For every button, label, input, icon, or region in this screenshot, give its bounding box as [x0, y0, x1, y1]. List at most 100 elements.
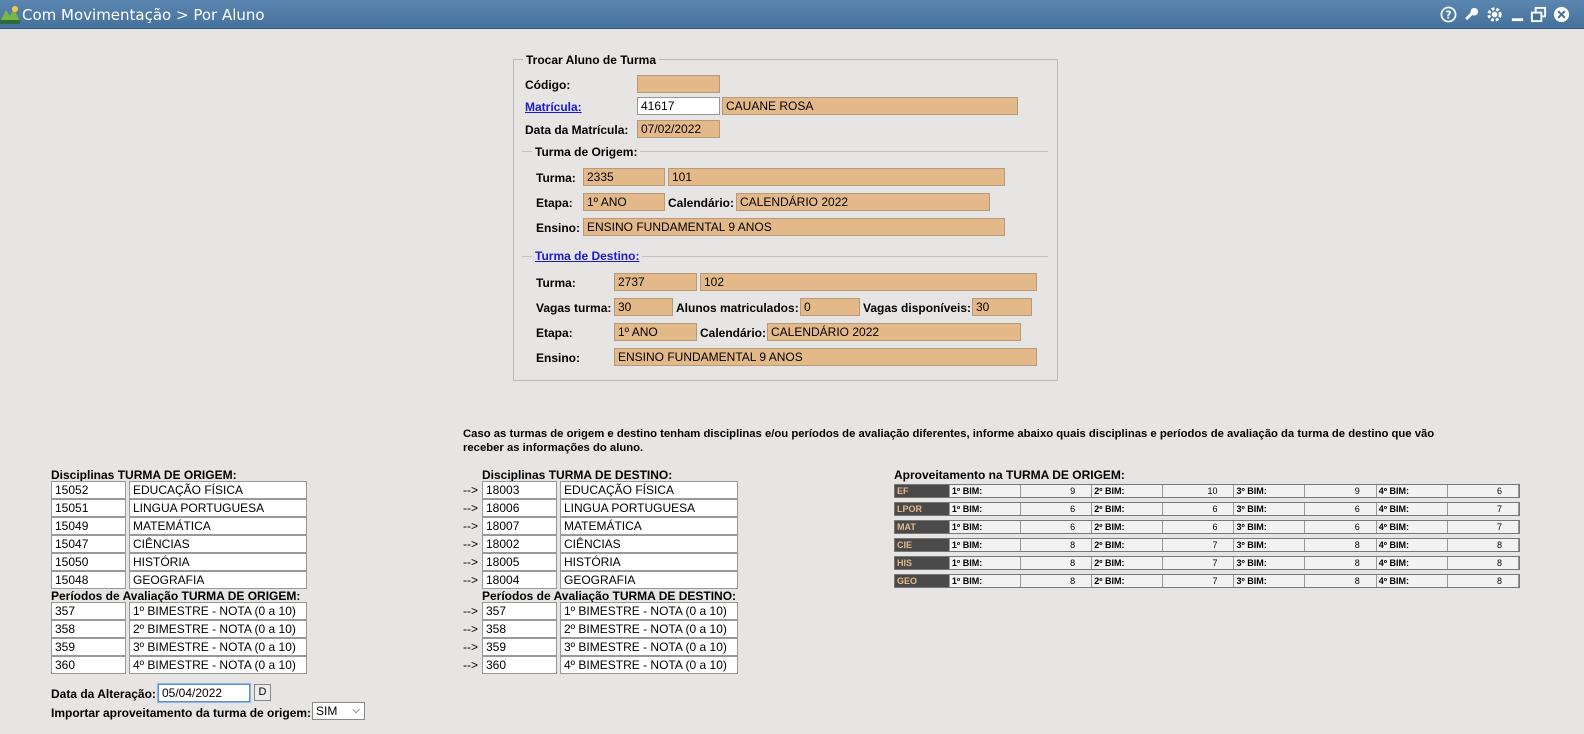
per_origem-name-field[interactable]: 4º BIMESTRE - NOTA (0 a 10)	[129, 655, 307, 674]
destino-calendario-label: Calendário:	[700, 326, 767, 340]
disc_origem-code-field[interactable]: 15052	[51, 481, 126, 499]
per_origem-name-field[interactable]: 2º BIMESTRE - NOTA (0 a 10)	[129, 619, 307, 638]
per_destino-name-field[interactable]: 3º BIMESTRE - NOTA (0 a 10)	[560, 637, 738, 656]
per_destino-code-field[interactable]: 359	[482, 637, 557, 656]
disc-destino-title: Disciplinas TURMA DE DESTINO:	[482, 468, 673, 482]
origem-etapa-label: Etapa:	[536, 196, 573, 210]
vagas-turma-label: Vagas turma:	[536, 301, 612, 315]
disc_origem-name-field[interactable]: GEOGRAFIA	[129, 570, 307, 589]
disc_destino-name-field[interactable]: GEOGRAFIA	[560, 570, 738, 589]
destino-turma-name: 102	[700, 273, 1037, 291]
date-picker-button[interactable]: D	[254, 684, 271, 701]
per_destino-name-field[interactable]: 4º BIMESTRE - NOTA (0 a 10)	[560, 655, 738, 674]
bimestre-grade: 8	[1447, 556, 1520, 569]
gear-icon[interactable]	[1486, 6, 1503, 23]
disc_destino-code-field[interactable]: 18004	[482, 570, 557, 589]
disc_destino-name-field[interactable]: CIÊNCIAS	[560, 534, 738, 553]
disc_origem-name-field[interactable]: LINGUA PORTUGUESA	[129, 498, 307, 517]
bimestre-grade: 8	[1020, 538, 1093, 551]
matricula-input[interactable]: 41617	[637, 97, 720, 115]
origem-turma-name: 101	[668, 168, 1005, 186]
disc_origem-code-field[interactable]: 15049	[51, 516, 126, 535]
per_origem-code-field[interactable]: 358	[51, 619, 126, 638]
key-icon[interactable]	[1463, 6, 1480, 23]
disc_destino-code-field[interactable]: 18003	[482, 481, 557, 499]
arrow-indicator: -->	[463, 621, 478, 636]
bimestre-grade: 7	[1447, 502, 1520, 515]
per_origem-code-field[interactable]: 360	[51, 655, 126, 674]
minimize-icon[interactable]	[1509, 6, 1526, 23]
bimestre-label: 1º BIM:	[949, 556, 1021, 569]
disc_origem-name-field[interactable]: HISTÓRIA	[129, 552, 307, 571]
matricula-link[interactable]: Matrícula:	[525, 100, 582, 114]
bimestre-label: 4º BIM:	[1376, 538, 1448, 551]
bimestre-grade: 8	[1020, 574, 1093, 587]
arrow-indicator: -->	[463, 657, 478, 672]
disciplina-code: MAT	[895, 520, 950, 533]
restore-icon[interactable]	[1530, 6, 1547, 23]
per_destino-code-field[interactable]: 357	[482, 602, 557, 620]
destino-etapa-field: 1º ANO	[614, 323, 697, 341]
arrow-indicator: -->	[463, 536, 478, 551]
disc_destino-code-field[interactable]: 18007	[482, 516, 557, 535]
per_origem-name-field[interactable]: 1º BIMESTRE - NOTA (0 a 10)	[129, 602, 307, 620]
arrow-indicator: -->	[463, 639, 478, 654]
bimestre-grade: 6	[1020, 502, 1093, 515]
disc_destino-name-field[interactable]: HISTÓRIA	[560, 552, 738, 571]
close-icon[interactable]	[1553, 6, 1570, 23]
bimestre-grade: 6	[1163, 502, 1235, 515]
destino-legend-link[interactable]: Turma de Destino:	[532, 249, 643, 263]
disc_destino-code-field[interactable]: 18006	[482, 498, 557, 517]
disc_origem-code-field[interactable]: 15051	[51, 498, 126, 517]
bimestre-label: 2º BIM:	[1092, 520, 1164, 533]
bimestre-label: 3º BIM:	[1234, 502, 1306, 515]
title-bar: Com Movimentação > Por Aluno ?	[0, 0, 1584, 29]
disc_origem-name-field[interactable]: MATEMÁTICA	[129, 516, 307, 535]
app-logo-icon	[0, 6, 20, 24]
help-icon[interactable]: ?	[1440, 6, 1457, 23]
aproveitamento-row: LPOR 1º BIM: 6 2º BIM: 6 3º BIM: 6 4º BIM: 7	[894, 501, 1520, 516]
disc_destino-name-field[interactable]: LINGUA PORTUGUESA	[560, 498, 738, 517]
bimestre-label: 2º BIM:	[1092, 574, 1164, 587]
data-alteracao-input[interactable]: 05/04/2022	[158, 684, 250, 702]
disc_origem-name-field[interactable]: CIÊNCIAS	[129, 534, 307, 553]
bimestre-grade: 6	[1305, 520, 1377, 533]
bimestre-grade: 8	[1305, 538, 1377, 551]
origem-legend: Turma de Origem:	[532, 145, 641, 159]
per_destino-name-field[interactable]: 2º BIMESTRE - NOTA (0 a 10)	[560, 619, 738, 638]
bimestre-grade: 8	[1305, 574, 1377, 587]
disc_destino-code-field[interactable]: 18005	[482, 552, 557, 571]
bimestre-grade: 8	[1447, 574, 1520, 587]
disc_origem-code-field[interactable]: 15050	[51, 552, 126, 571]
bimestre-label: 2º BIM:	[1092, 556, 1164, 569]
disc-origem-title: Disciplinas TURMA DE ORIGEM:	[51, 468, 237, 482]
per_destino-code-field[interactable]: 360	[482, 655, 557, 674]
disc_origem-code-field[interactable]: 15047	[51, 534, 126, 553]
per_origem-code-field[interactable]: 359	[51, 637, 126, 656]
disc_origem-name-field[interactable]: EDUCAÇÃO FÍSICA	[129, 481, 307, 499]
aproveitamento-row: CIE 1º BIM: 8 2º BIM: 7 3º BIM: 8 4º BIM: 8	[894, 537, 1520, 552]
bimestre-label: 3º BIM:	[1234, 574, 1306, 587]
data-alteracao-label: Data da Alteração:	[51, 687, 156, 701]
codigo-field[interactable]	[637, 75, 720, 93]
aproveitamento-row: HIS 1º BIM: 8 2º BIM: 7 3º BIM: 8 4º BIM: 8	[894, 555, 1520, 570]
vagas-disponiveis-label: Vagas disponíveis:	[863, 301, 972, 315]
per_destino-name-field[interactable]: 1º BIMESTRE - NOTA (0 a 10)	[560, 602, 738, 620]
disc_destino-name-field[interactable]: EDUCAÇÃO FÍSICA	[560, 481, 738, 499]
importar-select[interactable]: SIM ⌵	[312, 702, 365, 720]
per_origem-code-field[interactable]: 357	[51, 602, 126, 620]
per_origem-name-field[interactable]: 3º BIMESTRE - NOTA (0 a 10)	[129, 637, 307, 656]
destino-turma-label: Turma:	[536, 276, 576, 290]
destino-etapa-label: Etapa:	[536, 326, 573, 340]
bimestre-label: 4º BIM:	[1376, 574, 1448, 587]
per_destino-code-field[interactable]: 358	[482, 619, 557, 638]
disc_destino-name-field[interactable]: MATEMÁTICA	[560, 516, 738, 535]
disc_destino-code-field[interactable]: 18002	[482, 534, 557, 553]
bimestre-grade: 7	[1163, 574, 1235, 587]
aproveitamento-row: EF 1º BIM: 9 2º BIM: 10 3º BIM: 9 4º BIM: 6	[894, 484, 1520, 498]
disciplina-code: HIS	[895, 556, 950, 569]
bimestre-label: 4º BIM:	[1376, 502, 1448, 515]
disciplina-code: LPOR	[895, 502, 950, 515]
disciplina-code: EF	[895, 485, 950, 497]
disc_origem-code-field[interactable]: 15048	[51, 570, 126, 589]
